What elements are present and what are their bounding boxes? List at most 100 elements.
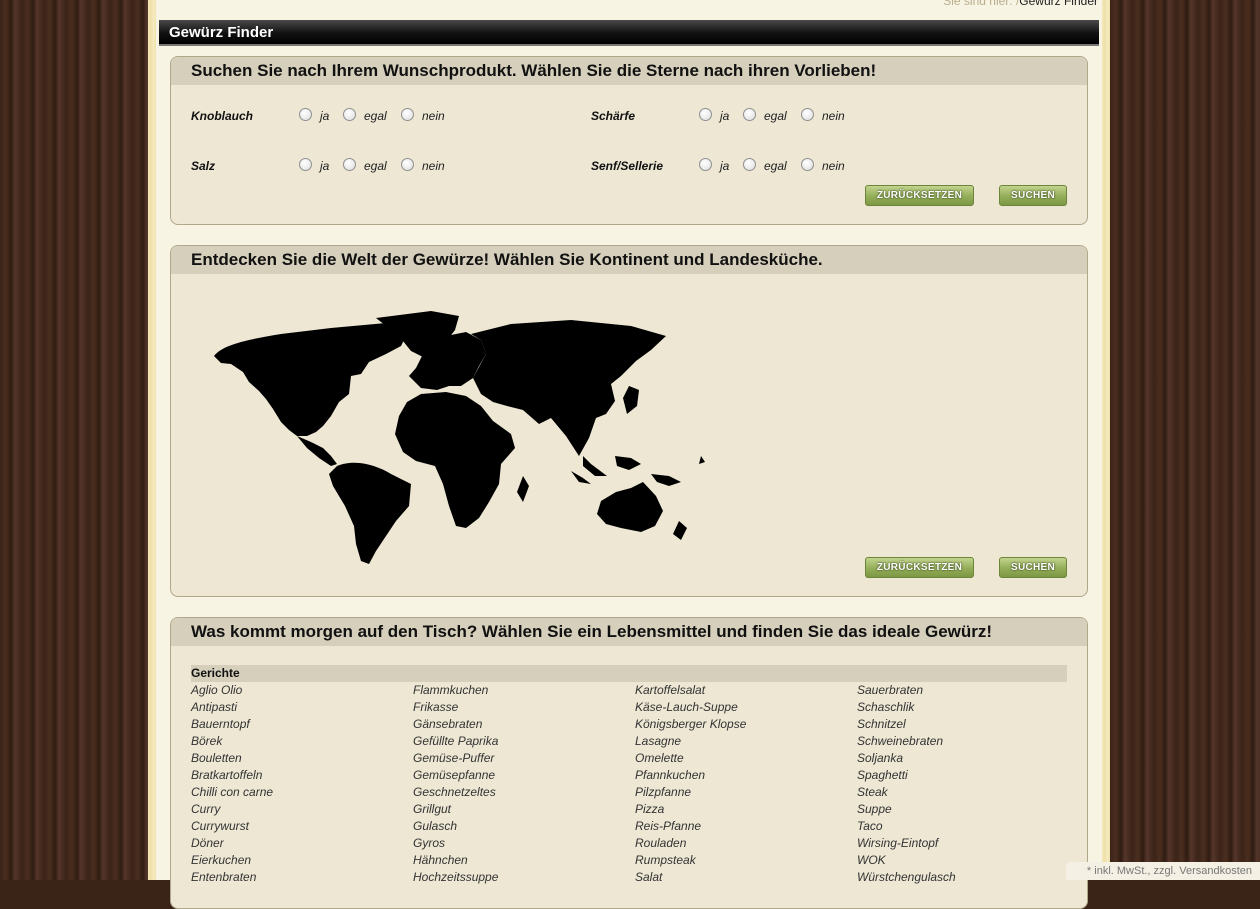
dish-link[interactable]: Bauerntopf (191, 716, 413, 733)
radio-label-ja: ja (720, 109, 730, 123)
breadcrumb: Sie sind hier: /Gewürz Finder (943, 0, 1098, 8)
pref-label-schaerfe: Schärfe (591, 109, 636, 123)
food-panel-heading: Was kommt morgen auf den Tisch? Wählen S… (171, 618, 1087, 646)
dish-link[interactable]: Sauerbraten (857, 682, 1079, 699)
radio-schaerfe-egal[interactable] (743, 108, 756, 121)
radio-knoblauch-nein[interactable] (401, 108, 414, 121)
dish-link[interactable]: Bouletten (191, 750, 413, 767)
dish-link[interactable]: Curry (191, 801, 413, 818)
dish-link[interactable]: Schweinebraten (857, 733, 1079, 750)
dish-link[interactable]: Steak (857, 784, 1079, 801)
radio-label-ja: ja (720, 159, 730, 173)
dish-link[interactable]: Entenbraten (191, 869, 413, 886)
dish-link[interactable]: Aglio Olio (191, 682, 413, 699)
dish-link[interactable]: Würstchengulasch (857, 869, 1079, 886)
dish-link[interactable]: Börek (191, 733, 413, 750)
map-search-button[interactable]: SUCHEN (999, 557, 1067, 578)
dish-link[interactable]: Gänsebraten (413, 716, 635, 733)
world-map-icon[interactable] (211, 306, 711, 566)
dish-link[interactable]: Gemüse-Puffer (413, 750, 635, 767)
wood-background-left (0, 0, 148, 880)
radio-senf-ja[interactable] (699, 158, 712, 171)
dish-link[interactable]: Salat (635, 869, 857, 886)
page-title: Gewürz Finder (159, 20, 1099, 46)
dish-link[interactable]: Antipasti (191, 699, 413, 716)
continent-central-america (297, 436, 337, 466)
dish-link[interactable]: Pfannkuchen (635, 767, 857, 784)
dish-column-2: Flammkuchen Frikasse Gänsebraten Gefüllt… (413, 682, 635, 886)
food-panel: Was kommt morgen auf den Tisch? Wählen S… (170, 617, 1088, 909)
dish-column-1: Aglio Olio Antipasti Bauerntopf Börek Bo… (191, 682, 413, 886)
dish-link[interactable]: Eierkuchen (191, 852, 413, 869)
radio-group-salz: ja egal nein (299, 158, 499, 174)
dish-link[interactable]: Käse-Lauch-Suppe (635, 699, 857, 716)
dish-link[interactable]: Königsberger Klopse (635, 716, 857, 733)
dish-link[interactable]: WOK (857, 852, 1079, 869)
wood-background-right (1110, 0, 1260, 880)
continent-south-america (329, 462, 411, 564)
radio-group-senf-sellerie: ja egal nein (699, 158, 899, 174)
dish-link[interactable]: Geschnetzeltes (413, 784, 635, 801)
radio-senf-egal[interactable] (743, 158, 756, 171)
dish-link[interactable]: Schnitzel (857, 716, 1079, 733)
dish-link[interactable]: Rouladen (635, 835, 857, 852)
vat-footer-note: * inkl. MwSt., zzgl. Versandkosten (1066, 862, 1260, 880)
dish-link[interactable]: Pilzpfanne (635, 784, 857, 801)
dish-link[interactable]: Gefüllte Paprika (413, 733, 635, 750)
dish-link[interactable]: Reis-Pfanne (635, 818, 857, 835)
radio-knoblauch-egal[interactable] (343, 108, 356, 121)
radio-label-egal: egal (764, 109, 787, 123)
radio-senf-nein[interactable] (801, 158, 814, 171)
dish-link[interactable]: Gulasch (413, 818, 635, 835)
radio-salz-ja[interactable] (299, 158, 312, 171)
dish-link[interactable]: Gemüsepfanne (413, 767, 635, 784)
dish-link[interactable]: Pizza (635, 801, 857, 818)
radio-label-nein: nein (822, 159, 845, 173)
dish-link[interactable]: Döner (191, 835, 413, 852)
radio-knoblauch-ja[interactable] (299, 108, 312, 121)
dish-link[interactable]: Hochzeitssuppe (413, 869, 635, 886)
world-panel-heading: Entdecken Sie die Welt der Gewürze! Wähl… (171, 246, 1087, 274)
breadcrumb-prefix[interactable]: Sie sind hier: / (943, 0, 1019, 8)
radio-label-egal: egal (364, 159, 387, 173)
reset-button[interactable]: ZURÜCKSETZEN (865, 185, 974, 206)
radio-label-nein: nein (422, 159, 445, 173)
preference-panel-heading: Suchen Sie nach Ihrem Wunschprodukt. Wäh… (171, 57, 1087, 85)
radio-schaerfe-nein[interactable] (801, 108, 814, 121)
radio-label-nein: nein (822, 109, 845, 123)
radio-label-egal: egal (764, 159, 787, 173)
dish-link[interactable]: Flammkuchen (413, 682, 635, 699)
pref-label-salz: Salz (191, 159, 216, 173)
dish-link[interactable]: Currywurst (191, 818, 413, 835)
dish-link[interactable]: Schaschlik (857, 699, 1079, 716)
dish-link[interactable]: Lasagne (635, 733, 857, 750)
dish-link[interactable]: Taco (857, 818, 1079, 835)
dishes-table-header: Gerichte (191, 665, 1067, 682)
radio-group-knoblauch: ja egal nein (299, 108, 499, 124)
radio-salz-nein[interactable] (401, 158, 414, 171)
dish-link[interactable]: Chilli con carne (191, 784, 413, 801)
dish-link[interactable]: Soljanka (857, 750, 1079, 767)
map-reset-button[interactable]: ZURÜCKSETZEN (865, 557, 974, 578)
preference-search-panel: Suchen Sie nach Ihrem Wunschprodukt. Wäh… (170, 56, 1088, 225)
dish-link[interactable]: Bratkartoffeln (191, 767, 413, 784)
dish-link[interactable]: Kartoffelsalat (635, 682, 857, 699)
dish-link[interactable]: Suppe (857, 801, 1079, 818)
radio-label-ja: ja (320, 109, 330, 123)
radio-schaerfe-ja[interactable] (699, 108, 712, 121)
dish-link[interactable]: Rumpsteak (635, 852, 857, 869)
dish-link[interactable]: Frikasse (413, 699, 635, 716)
continent-africa (395, 392, 515, 528)
dish-link[interactable]: Omelette (635, 750, 857, 767)
radio-salz-egal[interactable] (343, 158, 356, 171)
radio-group-schaerfe: ja egal nein (699, 108, 899, 124)
dish-link[interactable]: Hähnchen (413, 852, 635, 869)
world-map-panel: Entdecken Sie die Welt der Gewürze! Wähl… (170, 245, 1088, 597)
dish-link[interactable]: Spaghetti (857, 767, 1079, 784)
search-button[interactable]: SUCHEN (999, 185, 1067, 206)
dish-link[interactable]: Grillgut (413, 801, 635, 818)
radio-label-egal: egal (364, 109, 387, 123)
dish-link[interactable]: Gyros (413, 835, 635, 852)
dish-column-4: Sauerbraten Schaschlik Schnitzel Schwein… (857, 682, 1079, 886)
dish-link[interactable]: Wirsing-Eintopf (857, 835, 1079, 852)
